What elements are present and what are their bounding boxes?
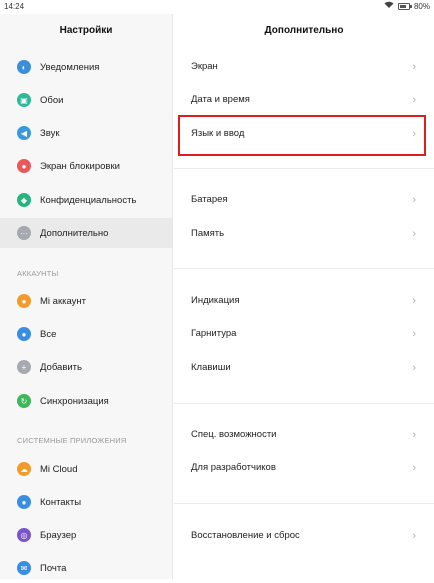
section-divider xyxy=(174,403,434,404)
row-backup-reset[interactable]: Восстановление и сброс › xyxy=(174,519,434,552)
chevron-right-icon: › xyxy=(412,294,416,307)
chevron-right-icon: › xyxy=(412,461,416,474)
sidebar-item-mi-cloud[interactable]: ☁ Mi Cloud xyxy=(0,454,172,484)
sidebar-item-contacts[interactable]: ● Контакты xyxy=(0,487,172,517)
sidebar-item-label: Браузер xyxy=(40,529,77,541)
sidebar-item-label: Звук xyxy=(40,127,60,139)
chevron-right-icon: › xyxy=(412,361,416,374)
sidebar-item-browser[interactable]: ◎ Браузер xyxy=(0,520,172,550)
add-account-icon: + xyxy=(17,360,31,374)
sidebar-item-label: Дополнительно xyxy=(40,227,109,239)
section-divider xyxy=(174,168,434,169)
row-indication[interactable]: Индикация › xyxy=(174,284,434,317)
row-battery[interactable]: Батарея › xyxy=(174,183,434,216)
sidebar-item-sound[interactable]: ◀ Звук xyxy=(0,118,172,148)
sidebar-item-add-account[interactable]: + Добавить xyxy=(0,352,172,382)
row-label: Гарнитура xyxy=(191,328,237,339)
row-accessibility[interactable]: Спец. возможности › xyxy=(174,418,434,451)
sidebar-item-mi-account[interactable]: ● Mi аккаунт xyxy=(0,286,172,316)
wallpaper-icon: ▣ xyxy=(17,93,31,107)
row-buttons[interactable]: Клавиши › xyxy=(174,351,434,384)
section-divider xyxy=(174,268,434,269)
chevron-right-icon: › xyxy=(412,60,416,73)
mi-account-icon: ● xyxy=(17,294,31,308)
more-icon: ··· xyxy=(17,226,31,240)
battery-icon xyxy=(397,2,412,10)
sound-icon: ◀ xyxy=(17,126,31,140)
cloud-icon: ☁ xyxy=(17,462,31,476)
chevron-right-icon: › xyxy=(412,93,416,106)
row-storage[interactable]: Память › xyxy=(174,217,434,250)
sidebar-item-label: Почта xyxy=(40,562,67,574)
row-label: Память xyxy=(191,228,225,239)
sidebar-item-label: Синхронизация xyxy=(40,395,109,407)
row-label: Восстановление и сброс xyxy=(191,530,300,541)
sidebar-item-label: Уведомления xyxy=(40,61,100,73)
mail-icon: ✉ xyxy=(17,561,31,575)
chevron-right-icon: › xyxy=(412,227,416,240)
sidebar-item-all-accounts[interactable]: ● Все xyxy=(0,319,172,349)
notifications-icon: ◐ xyxy=(17,60,31,74)
all-accounts-icon: ● xyxy=(17,327,31,341)
section-divider xyxy=(174,503,434,504)
battery-percent: 80% xyxy=(413,1,430,11)
chevron-right-icon: › xyxy=(412,428,416,441)
sidebar-item-label: Добавить xyxy=(40,361,82,373)
browser-icon: ◎ xyxy=(17,528,31,542)
sidebar-item-wallpaper[interactable]: ▣ Обои xyxy=(0,85,172,115)
chevron-right-icon: › xyxy=(412,327,416,340)
privacy-icon: ◆ xyxy=(17,193,31,207)
row-date-time[interactable]: Дата и время › xyxy=(174,83,434,116)
chevron-right-icon: › xyxy=(412,193,416,206)
sidebar-item-label: Все xyxy=(40,328,57,340)
sidebar-title: Настройки xyxy=(59,25,113,36)
status-bar: 14:24 80% xyxy=(0,0,434,14)
highlight-annotation xyxy=(178,115,426,156)
sync-icon: ↻ xyxy=(17,394,31,408)
sidebar-item-lock-screen[interactable]: ● Экран блокировки xyxy=(0,151,172,181)
chevron-right-icon: › xyxy=(412,529,416,542)
sidebar-item-label: Mi Cloud xyxy=(40,463,78,475)
row-label: Батарея xyxy=(191,194,228,205)
detail-pane: Дополнительно Экран › Дата и время › Язы… xyxy=(174,14,434,579)
wifi-icon xyxy=(384,1,394,11)
section-system-apps-label: СИСТЕМНЫЕ ПРИЛОЖЕНИЯ xyxy=(17,436,127,445)
contacts-icon: ● xyxy=(17,495,31,509)
row-label: Для разработчиков xyxy=(191,462,276,473)
sidebar-item-label: Конфиденциальность xyxy=(40,194,137,206)
sidebar-item-label: Mi аккаунт xyxy=(40,295,86,307)
sidebar-item-label: Экран блокировки xyxy=(40,160,120,172)
row-label: Спец. возможности xyxy=(191,429,277,440)
row-label: Индикация xyxy=(191,295,240,306)
status-time: 14:24 xyxy=(4,2,25,11)
row-label: Дата и время xyxy=(191,94,250,105)
sidebar-item-notifications[interactable]: ◐ Уведомления xyxy=(0,52,172,82)
sidebar-item-sync[interactable]: ↻ Синхронизация xyxy=(0,386,172,416)
sidebar-item-more[interactable]: ··· Дополнительно xyxy=(0,218,172,248)
detail-title: Дополнительно xyxy=(264,25,344,36)
sidebar-item-privacy[interactable]: ◆ Конфиденциальность xyxy=(0,185,172,215)
row-developer-options[interactable]: Для разработчиков › xyxy=(174,451,434,484)
battery-level-fill xyxy=(399,4,406,8)
row-display[interactable]: Экран › xyxy=(174,50,434,83)
row-label: Экран xyxy=(191,61,218,72)
lock-screen-icon: ● xyxy=(17,159,31,173)
status-indicators: 80% xyxy=(384,1,430,11)
sidebar-item-label: Контакты xyxy=(40,496,82,508)
section-accounts-label: АККАУНТЫ xyxy=(17,269,59,278)
settings-sidebar: Настройки ◐ Уведомления ▣ Обои ◀ Звук ● … xyxy=(0,14,173,579)
row-label: Клавиши xyxy=(191,362,231,373)
sidebar-item-label: Обои xyxy=(40,94,64,106)
row-headset[interactable]: Гарнитура › xyxy=(174,317,434,350)
